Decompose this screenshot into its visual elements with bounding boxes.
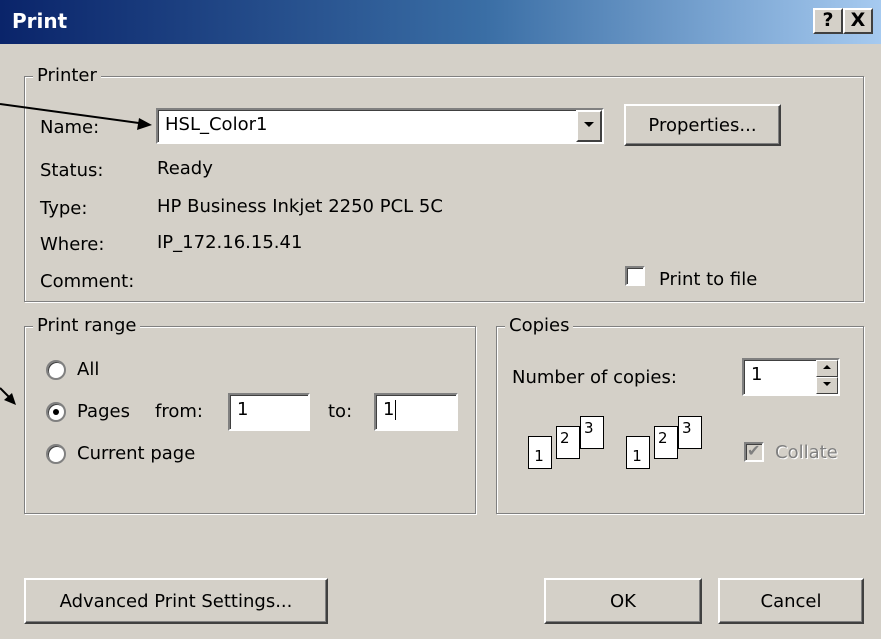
- annotation-arrow-name: [0, 103, 147, 125]
- arrowhead-icon: [137, 118, 152, 130]
- annotation-arrows: [0, 103, 152, 405]
